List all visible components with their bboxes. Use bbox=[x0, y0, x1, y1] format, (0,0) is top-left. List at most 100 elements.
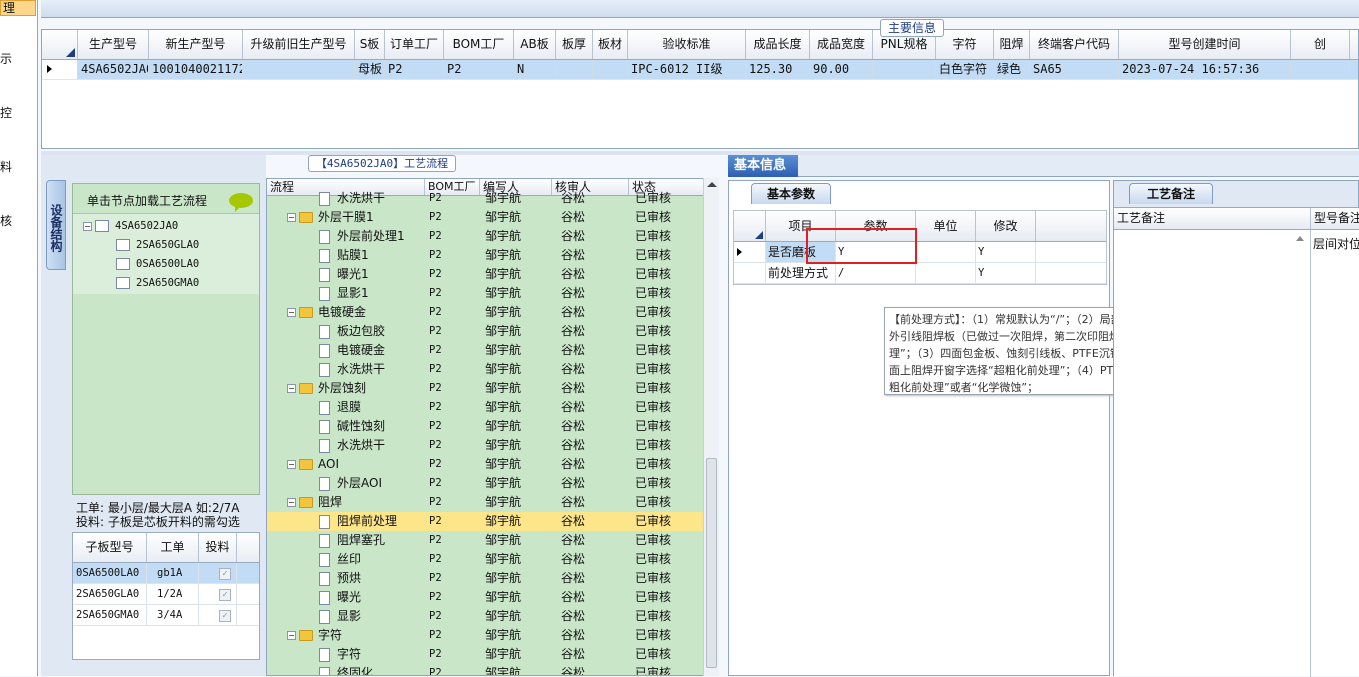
process-step[interactable]: 显影 bbox=[319, 607, 361, 626]
cell[interactable]: 白色字符 bbox=[936, 60, 994, 79]
cell[interactable]: ✓ bbox=[199, 605, 237, 625]
cell[interactable]: P2 bbox=[385, 60, 444, 79]
cell[interactable]: 4SA6502JA0 bbox=[78, 60, 149, 79]
process-row[interactable]: − 外层干膜1 P2 邹宇航 谷松 已审核 bbox=[267, 208, 718, 227]
cell[interactable]: / bbox=[836, 263, 916, 283]
process-row[interactable]: 曝光 P2 邹宇航 谷松 已审核 bbox=[267, 588, 718, 607]
col-header[interactable]: 型号备注 bbox=[1311, 208, 1359, 229]
col-header[interactable]: S板 bbox=[355, 30, 385, 59]
cell[interactable] bbox=[243, 60, 355, 79]
process-step[interactable]: − AOI bbox=[287, 455, 339, 474]
process-step[interactable]: 电镀硬金 bbox=[319, 341, 385, 360]
collapse-icon[interactable]: − bbox=[287, 308, 296, 317]
process-step[interactable]: 板边包胶 bbox=[319, 322, 385, 341]
scroll-up-icon[interactable] bbox=[1296, 236, 1304, 241]
process-step[interactable]: − 外层干膜1 bbox=[287, 208, 374, 227]
cell[interactable]: Y bbox=[976, 242, 1036, 262]
collapse-icon[interactable]: − bbox=[83, 221, 92, 231]
process-step[interactable]: 丝印 bbox=[319, 550, 361, 569]
col-header[interactable]: 验收标准 bbox=[628, 30, 746, 59]
basic-info-title[interactable]: 基本信息 bbox=[728, 155, 798, 177]
nav-item-selected[interactable]: 理 bbox=[0, 0, 36, 16]
col-header[interactable]: 新生产型号 bbox=[149, 30, 243, 59]
process-row[interactable]: 阻焊塞孔 P2 邹宇航 谷松 已审核 bbox=[267, 531, 718, 550]
col-header[interactable]: 工单 bbox=[147, 533, 199, 562]
table-row[interactable]: 0SA6500LA0 gb1A ✓ bbox=[73, 563, 259, 584]
process-row[interactable]: 预烘 P2 邹宇航 谷松 已审核 bbox=[267, 569, 718, 588]
col-header[interactable]: 订单工厂 bbox=[385, 30, 444, 59]
cell[interactable] bbox=[916, 263, 976, 283]
cell[interactable] bbox=[593, 60, 628, 79]
process-row[interactable]: 阻焊前处理 P2 邹宇航 谷松 已审核 bbox=[267, 512, 718, 531]
col-header[interactable]: 板厚 bbox=[556, 30, 593, 59]
tab-process-remarks[interactable]: 工艺备注 bbox=[1129, 183, 1213, 204]
process-row[interactable]: 板边包胶 P2 邹宇航 谷松 已审核 bbox=[267, 322, 718, 341]
cell[interactable]: 3/4A bbox=[147, 605, 199, 625]
process-row[interactable]: 字符 P2 邹宇航 谷松 已审核 bbox=[267, 645, 718, 664]
process-row[interactable]: 电镀硬金 P2 邹宇航 谷松 已审核 bbox=[267, 341, 718, 360]
cell[interactable]: 90.00 bbox=[810, 60, 873, 79]
process-step[interactable]: − 外层蚀刻 bbox=[287, 379, 366, 398]
col-header[interactable]: 投料 bbox=[199, 533, 237, 562]
col-header[interactable]: 修改 bbox=[976, 211, 1036, 241]
process-row[interactable]: 丝印 P2 邹宇航 谷松 已审核 bbox=[267, 550, 718, 569]
process-step[interactable]: 水洗烘干 bbox=[319, 436, 385, 455]
table-row[interactable]: 是否磨板 Y Y bbox=[734, 242, 1106, 263]
process-row[interactable]: 碱性蚀刻 P2 邹宇航 谷松 已审核 bbox=[267, 417, 718, 436]
collapse-icon[interactable]: − bbox=[287, 384, 296, 393]
process-row[interactable]: 水洗烘干 P2 邹宇航 谷松 已审核 bbox=[267, 360, 718, 379]
cell[interactable]: ✓ bbox=[199, 584, 237, 604]
tree-node-child[interactable]: 2SA650GMA0 bbox=[116, 277, 199, 289]
cell[interactable]: 10010400211727 bbox=[149, 60, 243, 79]
model-remark-cell[interactable]: 层间对位 bbox=[1311, 230, 1359, 677]
process-row[interactable]: − 外层蚀刻 P2 邹宇航 谷松 已审核 bbox=[267, 379, 718, 398]
cell[interactable]: 2SA650GLA0 bbox=[73, 584, 147, 604]
scroll-thumb[interactable] bbox=[706, 458, 717, 668]
cell[interactable]: 2023-07-24 16:57:36 bbox=[1119, 60, 1291, 79]
col-header[interactable]: 阻焊 bbox=[994, 30, 1030, 59]
col-header[interactable]: BOM工厂 bbox=[444, 30, 514, 59]
cell[interactable]: ✓ bbox=[199, 563, 237, 583]
process-row[interactable]: − 阻焊 P2 邹宇航 谷松 已审核 bbox=[267, 493, 718, 512]
table-row[interactable]: 2SA650GMA0 3/4A ✓ bbox=[73, 605, 259, 626]
nav-item[interactable]: 核 bbox=[0, 212, 12, 229]
tree-node-child[interactable]: 2SA650GLA0 bbox=[116, 239, 199, 251]
cell[interactable] bbox=[556, 60, 593, 79]
checkbox[interactable]: ✓ bbox=[219, 568, 231, 580]
col-header[interactable]: 工艺备注 bbox=[1114, 208, 1311, 229]
chat-bubble-icon[interactable] bbox=[229, 193, 253, 208]
col-header[interactable]: 成品长度 bbox=[746, 30, 810, 59]
collapse-icon[interactable]: − bbox=[287, 631, 296, 640]
cell[interactable] bbox=[916, 242, 976, 262]
process-row[interactable]: 外层AOI P2 邹宇航 谷松 已审核 bbox=[267, 474, 718, 493]
nav-item[interactable]: 料 bbox=[0, 158, 12, 175]
cell[interactable]: 0SA6500LA0 bbox=[73, 563, 147, 583]
cell[interactable]: N bbox=[514, 60, 556, 79]
process-row[interactable]: 退膜 P2 邹宇航 谷松 已审核 bbox=[267, 398, 718, 417]
col-header[interactable]: 板材 bbox=[593, 30, 628, 59]
checkbox[interactable]: ✓ bbox=[219, 589, 231, 601]
cell[interactable]: Y bbox=[976, 263, 1036, 283]
col-header[interactable]: 成品宽度 bbox=[810, 30, 873, 59]
cell[interactable] bbox=[1291, 60, 1350, 79]
process-row[interactable]: 终固化 P2 邹宇航 谷松 已审核 bbox=[267, 664, 718, 675]
cell[interactable]: 125.30 bbox=[746, 60, 810, 79]
tree-node-root[interactable]: − 4SA6502JA0 bbox=[83, 220, 178, 232]
process-step[interactable]: 阻焊前处理 bbox=[319, 512, 397, 531]
process-step[interactable]: − 阻焊 bbox=[287, 493, 342, 512]
process-step[interactable]: 水洗烘干 bbox=[319, 189, 385, 208]
process-row[interactable]: 显影1 P2 邹宇航 谷松 已审核 bbox=[267, 284, 718, 303]
tree-node-child[interactable]: 0SA6500LA0 bbox=[116, 258, 199, 270]
col-header[interactable]: 终端客户代码 bbox=[1030, 30, 1119, 59]
cell[interactable]: 绿色 bbox=[994, 60, 1030, 79]
col-header[interactable]: 生产型号 bbox=[78, 30, 149, 59]
process-row[interactable]: 外层前处理1 P2 邹宇航 谷松 已审核 bbox=[267, 227, 718, 246]
main-info-row[interactable]: 4SA6502JA0 10010400211727 母板 P2 P2 N IPC… bbox=[42, 60, 1358, 80]
process-step[interactable]: − 字符 bbox=[287, 626, 342, 645]
process-step[interactable]: 碱性蚀刻 bbox=[319, 417, 385, 436]
process-step[interactable]: 外层前处理1 bbox=[319, 227, 405, 246]
process-step[interactable]: 贴膜1 bbox=[319, 246, 369, 265]
col-header[interactable]: 单位 bbox=[916, 211, 976, 241]
process-row[interactable]: 贴膜1 P2 邹宇航 谷松 已审核 bbox=[267, 246, 718, 265]
col-header[interactable]: 升级前旧生产型号 bbox=[243, 30, 355, 59]
